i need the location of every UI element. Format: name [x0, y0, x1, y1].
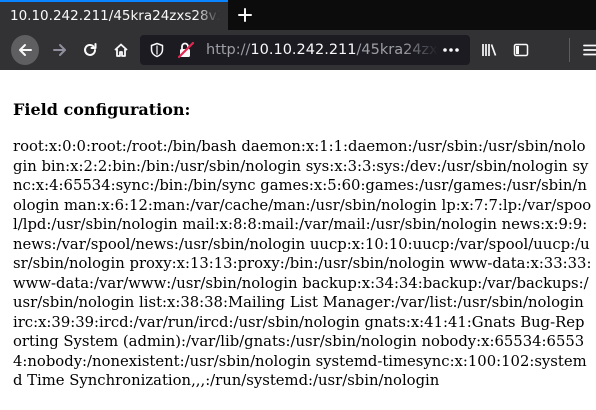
url-text[interactable]: http://10.10.242.211/45kra24zxs28v3yd/in…: [206, 40, 438, 60]
library-icon: [481, 42, 499, 58]
sidebar-icon: [513, 42, 529, 58]
toolbar-separator: [569, 38, 570, 62]
lock-insecure-icon[interactable]: [177, 41, 195, 59]
plus-icon: [237, 7, 253, 23]
home-button[interactable]: [107, 36, 135, 64]
tab-strip: 10.10.242.211/45kra24zxs28v3yd/index.php: [0, 0, 596, 30]
home-icon: [113, 42, 129, 58]
more-horizontal-icon[interactable]: [442, 42, 460, 58]
hamburger-menu-icon: [582, 42, 596, 58]
reload-icon: [82, 42, 98, 58]
page-content: Field configuration: root:x:0:0:root:/ro…: [0, 70, 596, 410]
library-button[interactable]: [476, 36, 504, 64]
url-path: /45kra24zxs28v3yd/index.php: [356, 42, 438, 58]
menu-button[interactable]: [576, 36, 596, 64]
url-protocol: http://: [206, 42, 251, 58]
arrow-right-icon: [52, 42, 68, 58]
passwd-output: root:x:0:0:root:/root:/bin/bash daemon:x…: [13, 138, 592, 389]
sidebar-button[interactable]: [507, 36, 535, 64]
page-heading: Field configuration:: [13, 100, 191, 119]
reload-button[interactable]: [76, 36, 104, 64]
browser-tab[interactable]: 10.10.242.211/45kra24zxs28v3yd/index.php: [0, 0, 228, 30]
url-bar[interactable]: http://10.10.242.211/45kra24zxs28v3yd/in…: [140, 35, 470, 65]
url-host: 10.10.242.211: [250, 42, 357, 58]
arrow-left-icon: [17, 42, 33, 58]
shield-icon[interactable]: [149, 42, 165, 58]
tab-title: 10.10.242.211/45kra24zxs28v3yd/index.php: [10, 8, 220, 24]
new-tab-button[interactable]: [232, 2, 258, 28]
forward-button[interactable]: [46, 36, 74, 64]
back-button[interactable]: [11, 35, 39, 65]
